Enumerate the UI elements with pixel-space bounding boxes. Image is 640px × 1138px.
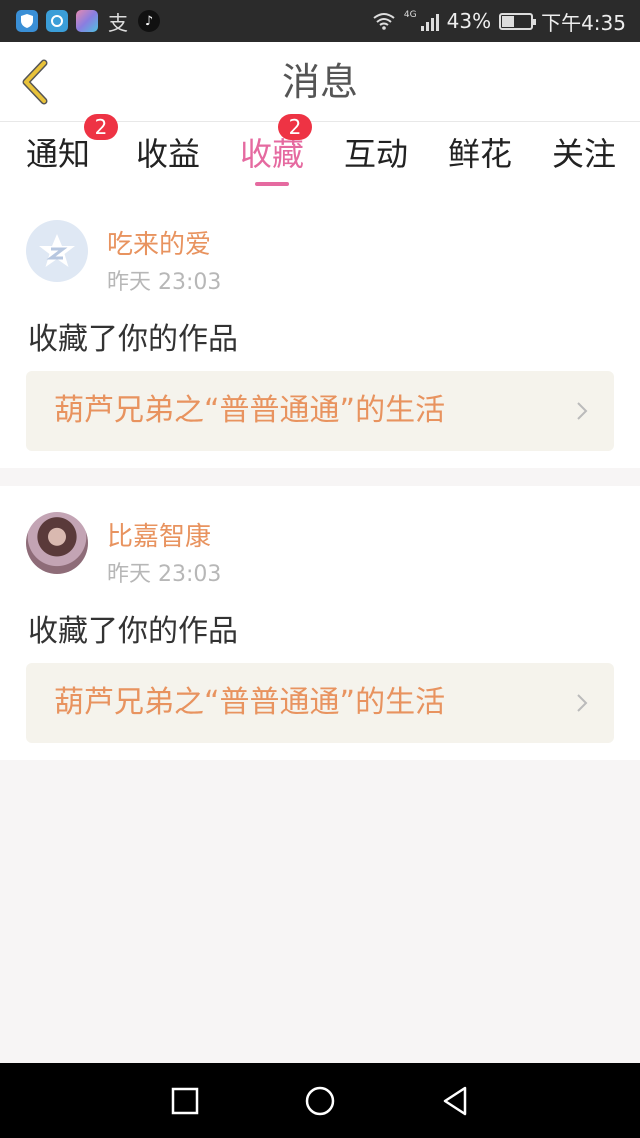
alipay-app-icon: 支 bbox=[108, 10, 128, 35]
work-link[interactable]: 葫芦兄弟之“普普通通”的生活 bbox=[26, 663, 614, 743]
action-text: 收藏了你的作品 bbox=[28, 614, 238, 649]
avatar[interactable] bbox=[26, 512, 88, 574]
chevron-right-icon bbox=[577, 694, 588, 712]
work-title: 葫芦兄弟之“普普通通”的生活 bbox=[54, 685, 446, 720]
signal-icon bbox=[420, 11, 439, 31]
browser-app-icon bbox=[46, 10, 68, 32]
wifi-icon bbox=[372, 12, 396, 30]
battery-percent: 43% bbox=[446, 9, 492, 33]
username[interactable]: 吃来的爱 bbox=[107, 224, 211, 261]
status-bar: 支 ♪ 4G 43% 下午4:35 bbox=[0, 0, 640, 42]
chevron-left-icon bbox=[22, 59, 48, 105]
tab-label: 通知 bbox=[25, 135, 90, 173]
work-link[interactable]: 葫芦兄弟之“普普通通”的生活 bbox=[26, 371, 614, 451]
tab-notification[interactable]: 通知 2 bbox=[0, 114, 118, 190]
work-title: 葫芦兄弟之“普普通通”的生活 bbox=[54, 393, 446, 428]
header: 消息 bbox=[0, 42, 640, 122]
tab-label: 收益 bbox=[135, 135, 200, 173]
active-tab-indicator bbox=[255, 182, 289, 186]
tab-earnings[interactable]: 收益 bbox=[116, 122, 220, 190]
page-title: 消息 bbox=[281, 60, 358, 104]
avatar[interactable] bbox=[26, 220, 88, 282]
battery-icon bbox=[499, 12, 537, 30]
recent-apps-icon[interactable] bbox=[171, 1087, 199, 1115]
message-time: 昨天 23:03 bbox=[107, 270, 222, 295]
unread-badge: 2 bbox=[278, 114, 312, 140]
username[interactable]: 比嘉智康 bbox=[107, 516, 211, 553]
chevron-right-icon bbox=[577, 402, 588, 420]
tab-label: 互动 bbox=[343, 135, 408, 173]
clock: 下午4:35 bbox=[541, 10, 626, 35]
shield-app-icon bbox=[16, 10, 38, 32]
tab-interaction[interactable]: 互动 bbox=[324, 122, 428, 190]
tab-favorites[interactable]: 收藏 2 bbox=[220, 114, 324, 190]
home-icon[interactable] bbox=[304, 1085, 336, 1117]
default-avatar-icon bbox=[39, 234, 75, 267]
tab-bar: 通知 2 收益 收藏 2 互动 鲜花 关注 bbox=[0, 114, 640, 190]
tab-flowers[interactable]: 鲜花 bbox=[428, 122, 532, 190]
message-time: 昨天 23:03 bbox=[107, 562, 222, 587]
action-text: 收藏了你的作品 bbox=[28, 322, 238, 357]
tab-follow[interactable]: 关注 bbox=[532, 122, 636, 190]
message-card: 比嘉智康 昨天 23:03 收藏了你的作品 葫芦兄弟之“普普通通”的生活 bbox=[0, 486, 640, 760]
message-card: 吃来的爱 昨天 23:03 收藏了你的作品 葫芦兄弟之“普普通通”的生活 bbox=[0, 190, 640, 468]
tab-label: 鲜花 bbox=[447, 135, 512, 173]
tiktok-app-icon: ♪ bbox=[138, 10, 160, 32]
gallery-app-icon bbox=[76, 10, 98, 32]
network-type: 4G bbox=[403, 10, 417, 20]
back-button[interactable] bbox=[14, 56, 54, 108]
back-nav-icon[interactable] bbox=[441, 1086, 469, 1116]
tab-label: 收藏 bbox=[239, 135, 304, 173]
tab-label: 关注 bbox=[551, 135, 616, 173]
system-nav-bar bbox=[0, 1063, 640, 1138]
unread-badge: 2 bbox=[84, 114, 118, 140]
